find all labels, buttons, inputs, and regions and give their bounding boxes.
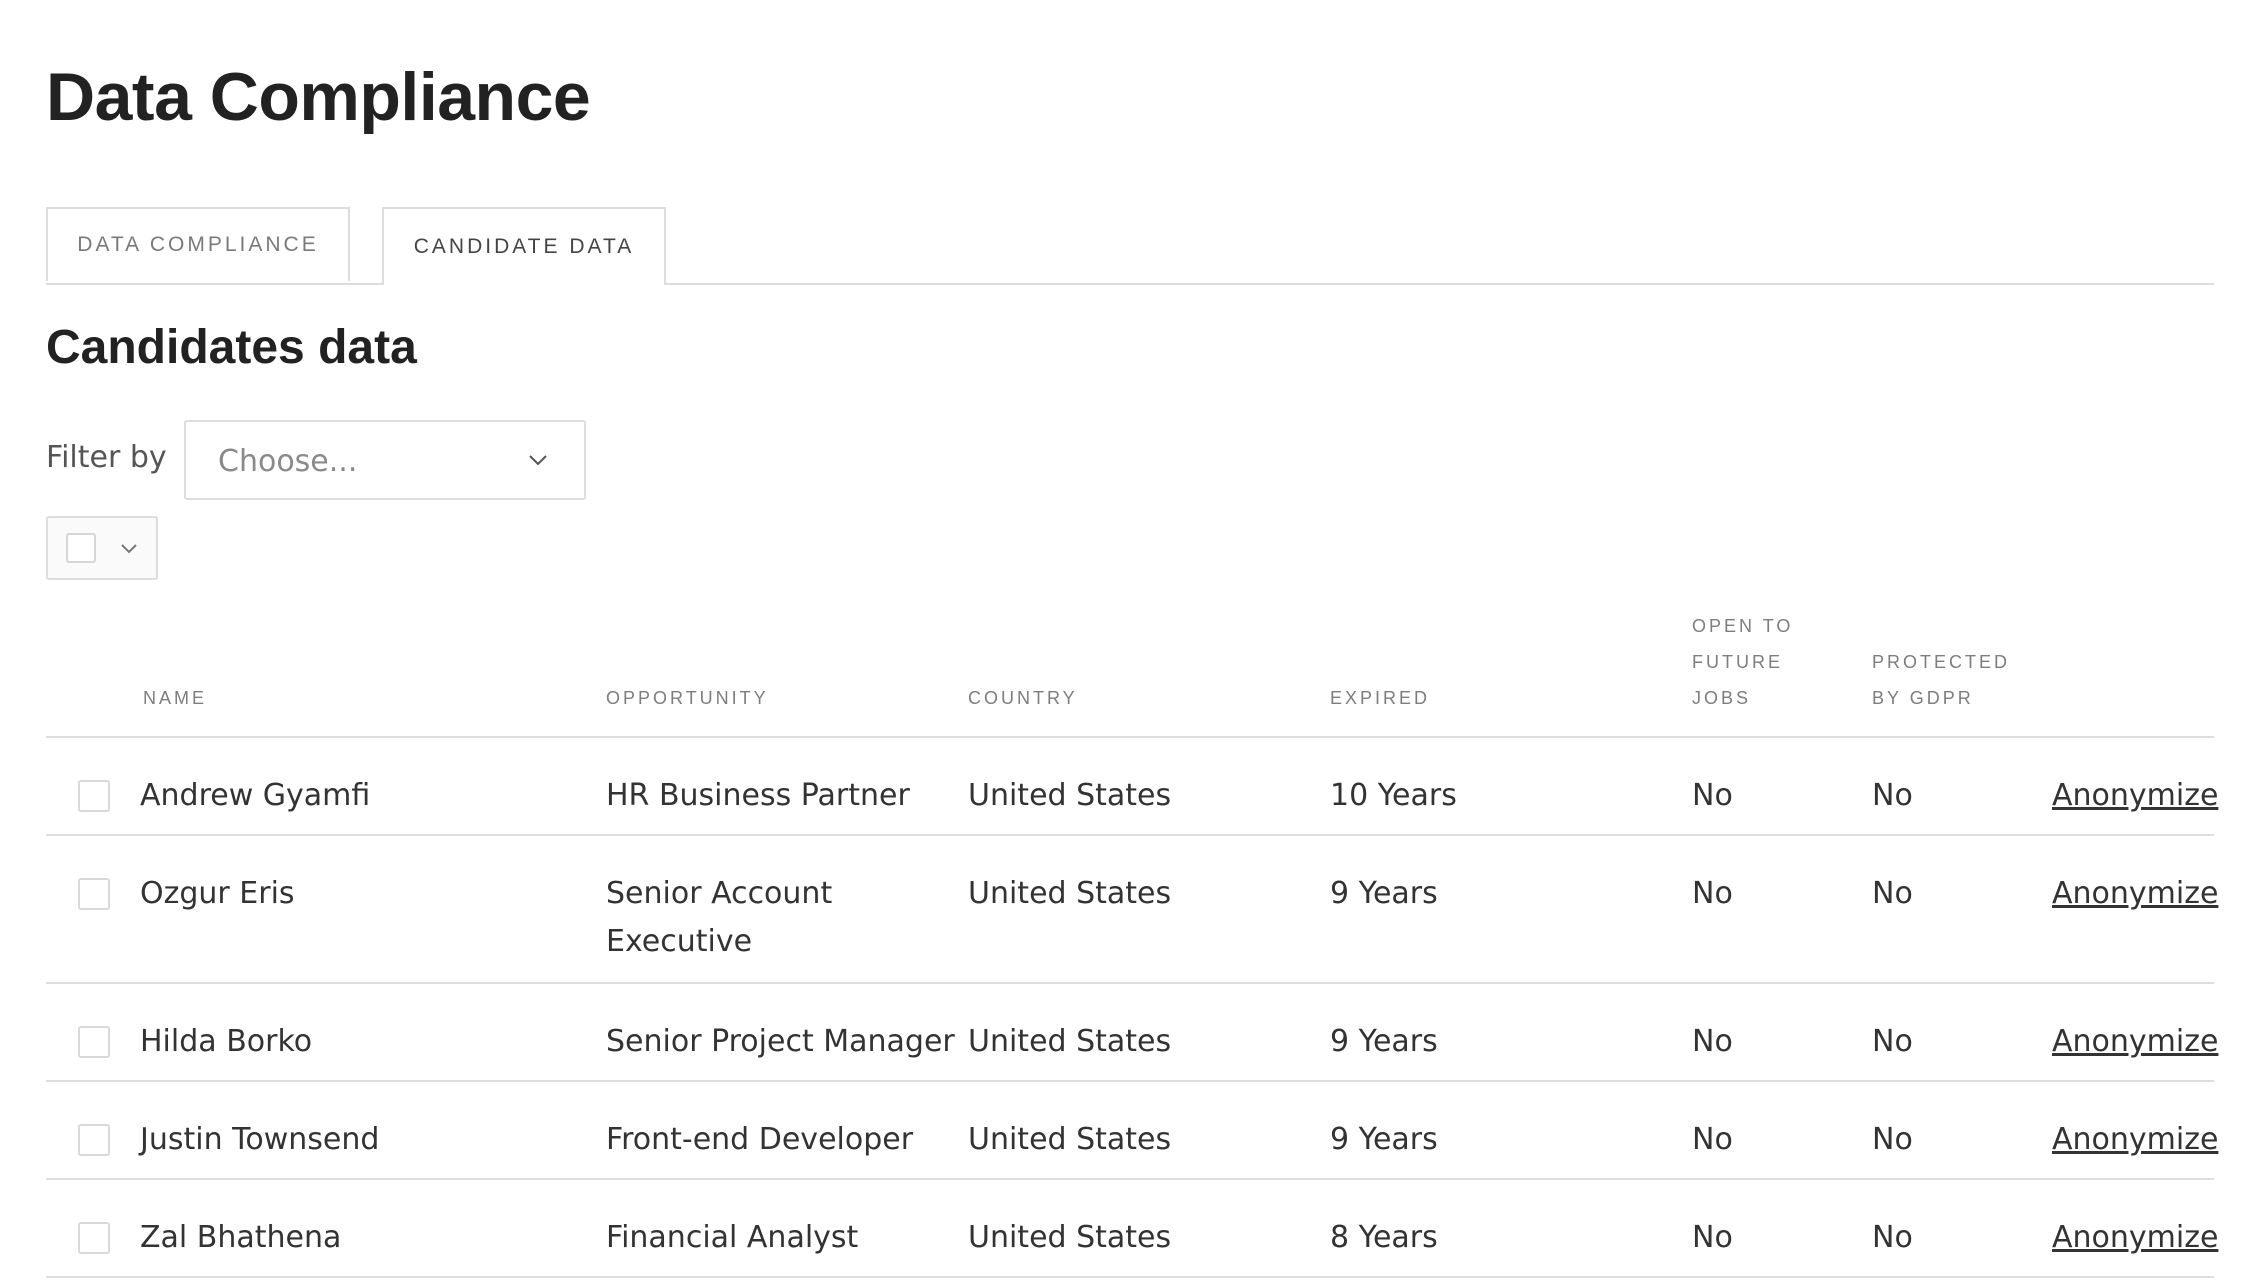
table-row: Justin Townsend Front-end Developer Unit… [46,1082,2218,1180]
candidate-expired: 9 Years [1330,876,1438,911]
anonymize-link[interactable]: Anonymize [2052,1018,2218,1066]
anonymize-link[interactable]: Anonymize [2052,1116,2218,1164]
candidate-expired: 9 Years [1330,1122,1438,1157]
candidate-opportunity: Senior Project Manager [606,1024,955,1059]
row-checkbox[interactable] [78,1124,110,1156]
candidate-name: Zal Bhathena [140,1220,342,1255]
filter-label: Filter by [46,440,167,475]
candidate-protected-by-gdpr: No [1872,1122,1913,1157]
candidate-open-to-future-jobs: No [1692,1024,1733,1059]
chevron-down-icon [121,544,137,554]
candidate-name: Ozgur Eris [140,876,295,911]
candidate-name: Andrew Gyamfi [140,778,371,813]
candidate-open-to-future-jobs: No [1692,1122,1733,1157]
filter-dropdown[interactable]: Choose... [184,420,586,500]
candidate-opportunity: Senior Account Executive [606,876,833,959]
tab-candidate-data[interactable]: CANDIDATE DATA [382,207,666,285]
page-title: Data Compliance [46,59,591,135]
table-row: Andrew Gyamfi HR Business Partner United… [46,738,2218,836]
anonymize-link[interactable]: Anonymize [2052,1214,2218,1262]
bulk-select-dropdown[interactable] [46,516,158,580]
candidate-expired: 8 Years [1330,1220,1438,1255]
candidate-opportunity: Financial Analyst [606,1220,859,1255]
header-protected-by-gdpr: PROTECTED BY GDPR [1872,652,2011,708]
candidate-country: United States [968,778,1172,813]
data-compliance-page: Data Compliance DATA COMPLIANCE CANDIDAT… [0,0,2252,1282]
anonymize-link[interactable]: Anonymize [2052,772,2218,820]
header-opportunity: OPPORTUNITY [606,688,769,708]
header-expired: EXPIRED [1330,688,1431,708]
header-name: NAME [143,688,208,708]
filter-placeholder: Choose... [218,444,358,479]
candidate-expired: 10 Years [1330,778,1457,813]
candidate-open-to-future-jobs: No [1692,778,1733,813]
row-checkbox[interactable] [78,1026,110,1058]
candidate-name: Hilda Borko [140,1024,313,1059]
candidate-country: United States [968,1024,1172,1059]
candidate-opportunity: Front-end Developer [606,1122,914,1157]
table-header: NAME OPPORTUNITY COUNTRY EXPIRED OPEN TO… [46,600,2214,738]
header-country: COUNTRY [968,688,1078,708]
candidate-protected-by-gdpr: No [1872,1220,1913,1255]
row-checkbox[interactable] [78,780,110,812]
candidate-country: United States [968,1122,1172,1157]
candidate-opportunity: HR Business Partner [606,778,910,813]
candidate-country: United States [968,1220,1172,1255]
candidate-protected-by-gdpr: No [1872,1024,1913,1059]
row-checkbox[interactable] [78,1222,110,1254]
row-checkbox[interactable] [78,878,110,910]
candidate-country: United States [968,876,1172,911]
section-title: Candidates data [46,321,417,374]
header-open-to-future-jobs: OPEN TO FUTURE JOBS [1692,616,1794,708]
candidates-table: NAME OPPORTUNITY COUNTRY EXPIRED OPEN TO… [46,600,2218,1278]
table-row: Hilda Borko Senior Project Manager Unite… [46,984,2218,1082]
table-row: Zal Bhathena Financial Analyst United St… [46,1180,2218,1278]
tab-data-compliance[interactable]: DATA COMPLIANCE [46,207,350,281]
candidate-open-to-future-jobs: No [1692,1220,1733,1255]
table-row: Ozgur Eris Senior Account Executive Unit… [46,836,2218,984]
candidate-protected-by-gdpr: No [1872,778,1913,813]
candidate-protected-by-gdpr: No [1872,876,1913,911]
tab-bar: DATA COMPLIANCE CANDIDATE DATA [46,207,2214,285]
anonymize-link[interactable]: Anonymize [2052,870,2218,918]
candidate-open-to-future-jobs: No [1692,876,1733,911]
candidate-expired: 9 Years [1330,1024,1438,1059]
candidate-name: Justin Townsend [140,1122,380,1157]
chevron-down-icon [529,455,547,466]
select-all-checkbox[interactable] [66,533,96,563]
